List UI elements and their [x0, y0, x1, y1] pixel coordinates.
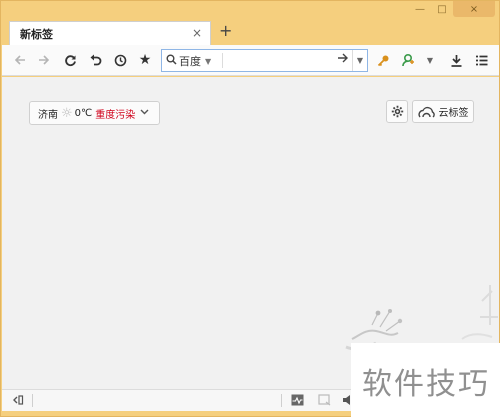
settings-button[interactable]	[386, 100, 408, 123]
address-bar[interactable]: 百度 ▼ ▼	[161, 49, 368, 72]
screenshot-icon	[318, 394, 331, 406]
forward-button[interactable]	[36, 52, 52, 68]
caret-down-icon: ▼	[426, 55, 434, 65]
menu-button[interactable]	[473, 52, 489, 68]
favorites-button[interactable]: ★	[137, 52, 153, 68]
back-button[interactable]	[12, 52, 28, 68]
air-quality-label: 重度污染	[95, 109, 136, 121]
new-tab-button[interactable]: +	[219, 21, 232, 40]
search-engine-selector[interactable]: 百度 ▼	[166, 53, 211, 69]
undo-close-button[interactable]	[87, 52, 103, 68]
minimize-button[interactable]: —	[409, 1, 431, 17]
key-button[interactable]	[375, 52, 391, 68]
user-button[interactable]	[400, 52, 416, 68]
weather-temperature: 0℃	[74, 107, 93, 119]
maximize-button[interactable]: □	[431, 1, 453, 17]
cloud-tabs-button[interactable]: 云标签	[412, 100, 474, 123]
activity-icon	[291, 394, 304, 406]
maximize-icon: □	[437, 3, 447, 15]
arrow-right-icon	[39, 55, 50, 65]
history-button[interactable]	[112, 52, 128, 68]
gear-icon	[391, 105, 403, 118]
status-divider	[281, 394, 282, 407]
sun-icon: ☼	[61, 105, 73, 121]
address-divider	[222, 53, 223, 68]
search-icon	[166, 54, 177, 68]
weather-widget[interactable]: 济南 ☼ 0℃ 重度污染	[29, 101, 160, 125]
toolbar: ★ 百度 ▼ ▼ ▼	[2, 45, 499, 76]
watermark: 软件技巧	[351, 343, 500, 417]
cloud-tabs-label: 云标签	[438, 108, 469, 119]
close-icon: ×	[469, 3, 479, 15]
go-button[interactable]	[337, 52, 349, 68]
star-icon: ★	[138, 52, 152, 68]
window-controls: — □ ×	[409, 1, 495, 19]
minimize-icon: —	[415, 3, 425, 15]
screenshot-button[interactable]	[318, 394, 331, 409]
refresh-button[interactable]	[62, 52, 78, 68]
arrow-left-icon	[14, 55, 25, 65]
close-window-button[interactable]: ×	[453, 1, 495, 17]
watermark-text: 软件技巧	[362, 366, 490, 402]
weather-city: 济南	[38, 109, 58, 121]
performance-button[interactable]	[291, 394, 304, 409]
cloud-icon	[417, 106, 435, 118]
arrow-right-icon	[338, 53, 348, 63]
refresh-icon	[64, 54, 76, 66]
menu-icon	[475, 55, 487, 65]
sidebar-toggle-icon	[13, 395, 24, 405]
status-divider	[32, 394, 33, 407]
user-icon	[402, 53, 414, 67]
sidebar-toggle-button[interactable]	[12, 394, 24, 409]
key-icon	[377, 55, 388, 66]
chevron-down-icon	[140, 108, 149, 118]
tab-title: 新标签	[20, 27, 53, 41]
browser-window: — □ × 新标签 × + ★ 百度 ▼ ▼ ▼ 济南 ☼ 0℃ 重度污染 云标…	[0, 0, 500, 417]
caret-down-icon: ▼	[356, 56, 364, 65]
tab-new-tab[interactable]: 新标签 ×	[9, 21, 211, 45]
search-engine-label: 百度	[179, 55, 201, 68]
clock-icon	[114, 54, 126, 66]
address-dropdown-button[interactable]: ▼	[352, 50, 367, 71]
address-input[interactable]	[224, 52, 334, 69]
caret-down-icon: ▼	[205, 56, 212, 66]
tab-close-icon[interactable]: ×	[192, 26, 202, 40]
user-menu-button[interactable]: ▼	[422, 52, 438, 68]
undo-icon	[90, 54, 101, 65]
download-icon	[451, 54, 461, 67]
download-button[interactable]	[448, 52, 464, 68]
